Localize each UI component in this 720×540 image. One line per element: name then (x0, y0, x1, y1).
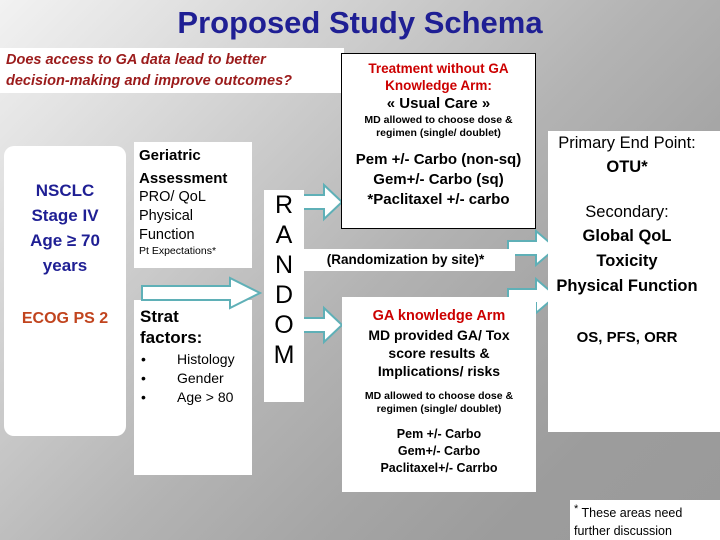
ga-item-pt-expectations: Pt Expectations* (139, 245, 217, 257)
ga-item-physical: Physical (139, 208, 193, 224)
ga-arm-title: GA knowledge Arm (372, 308, 506, 324)
strat-factor-label: Gender (177, 370, 224, 386)
strat-factor-list: • Histology • Gender • Age > 80 (134, 350, 252, 407)
usual-care-regimen-1: Pem +/- Carbo (non-sq) (355, 151, 522, 168)
ga-arm-regimen-2: Gem+/- Carbo (397, 444, 481, 458)
research-question-line1: Does access to GA data lead to better (6, 52, 266, 68)
footnote-line2: further discussion (574, 524, 672, 539)
random-letter: D (274, 281, 294, 309)
research-question-box: Does access to GA data lead to better de… (0, 48, 344, 93)
usual-care-subtitle: « Usual Care » (386, 95, 491, 112)
usual-care-title-line2: Knowledge Arm: (385, 78, 492, 93)
ga-knowledge-arm-box: GA knowledge Arm MD provided GA/ Tox sco… (342, 297, 536, 492)
primary-endpoint-label: Primary End Point: (558, 134, 696, 152)
footnote-star-icon: * (574, 503, 579, 515)
ga-arm-regimen-3: Paclitaxel+/- Carrbo (380, 461, 498, 475)
secondary-endpoint-4: OS, PFS, ORR (576, 329, 678, 346)
randomization-strip: R A N D O M (264, 190, 304, 402)
geriatric-assessment-box: Geriatric Assessment PRO/ QoL Physical F… (134, 142, 252, 268)
usual-care-note-line2: regimen (single/ doublet) (376, 127, 501, 139)
strat-factor-item: • Age > 80 (134, 388, 252, 407)
footnote-box: * These areas need further discussion (570, 500, 720, 540)
ga-arm-desc-line3: Implications/ risks (377, 363, 501, 379)
randomization-caption: (Randomization by site)* (326, 252, 485, 267)
endpoints-content: Primary End Point: OTU* Secondary: Globa… (534, 131, 720, 350)
secondary-endpoint-1: Global QoL (582, 227, 672, 245)
eligibility-line4: years (42, 256, 88, 275)
random-letter: M (273, 341, 295, 369)
eligibility-line1: NSCLC (35, 181, 95, 200)
usual-care-title-line1: Treatment without GA (368, 61, 509, 76)
strat-heading-line2: factors: (140, 328, 203, 347)
random-letter: O (274, 311, 294, 339)
strat-factor-item: • Gender (134, 369, 252, 388)
ga-heading-line2: Assessment (139, 170, 228, 187)
footnote-line1-text: These areas need (581, 506, 683, 521)
arrow-randomization-to-ga-arm-icon (298, 305, 344, 345)
secondary-endpoint-2: Toxicity (596, 252, 658, 270)
usual-care-arm-box: Treatment without GA Knowledge Arm: « Us… (341, 53, 536, 229)
strat-factor-label: Age > 80 (177, 389, 234, 405)
eligibility-line3: Age ≥ 70 (30, 231, 100, 250)
eligibility-line2: Stage IV (31, 206, 99, 225)
ga-arm-note-line2: regimen (single/ doublet) (376, 403, 502, 415)
usual-care-regimen-2: Gem+/- Carbo (sq) (373, 171, 504, 188)
eligibility-criteria: NSCLC Stage IV Age ≥ 70 years (4, 178, 126, 278)
ga-heading-line1: Geriatric (139, 147, 201, 164)
slide-canvas: Proposed Study Schema Does access to GA … (0, 0, 720, 540)
ga-arm-regimen-1: Pem +/- Carbo (396, 427, 482, 441)
page-title: Proposed Study Schema (177, 5, 543, 40)
bullet-icon: • (141, 351, 146, 367)
research-question-line2: decision-making and improve outcomes? (6, 73, 293, 89)
randomization-caption-box: (Randomization by site)* (296, 249, 515, 271)
ga-item-function: Function (139, 227, 195, 243)
strat-factor-item: • Histology (134, 350, 252, 369)
arrow-ga-to-randomization-icon (140, 276, 262, 310)
ga-arm-note-line1: MD allowed to choose dose & (364, 390, 514, 402)
ga-item-pro-qol: PRO/ QoL (139, 189, 206, 205)
bullet-icon: • (141, 389, 146, 405)
random-letter: R (274, 191, 294, 219)
secondary-endpoint-3: Physical Function (556, 277, 698, 295)
bullet-icon: • (141, 370, 146, 386)
arrow-randomization-to-usual-care-icon (298, 182, 344, 222)
ga-arm-desc-line1: MD provided GA/ Tox (368, 327, 510, 343)
usual-care-note-line1: MD allowed to choose dose & (364, 114, 513, 126)
ga-arm-desc-line2: score results & (388, 345, 490, 361)
stratification-factors-box: Strat factors: • Histology • Gender • Age >… (134, 300, 252, 475)
ecog-performance-status: ECOG PS 2 (21, 310, 109, 327)
strat-factor-label: Histology (177, 351, 235, 367)
usual-care-regimen-3: *Paclitaxel +/- carbo (367, 191, 510, 208)
secondary-endpoint-label: Secondary: (585, 203, 669, 221)
random-letter: A (275, 221, 293, 249)
footnote-line1: * These areas need (570, 500, 720, 522)
primary-endpoint-value: OTU* (606, 158, 648, 176)
